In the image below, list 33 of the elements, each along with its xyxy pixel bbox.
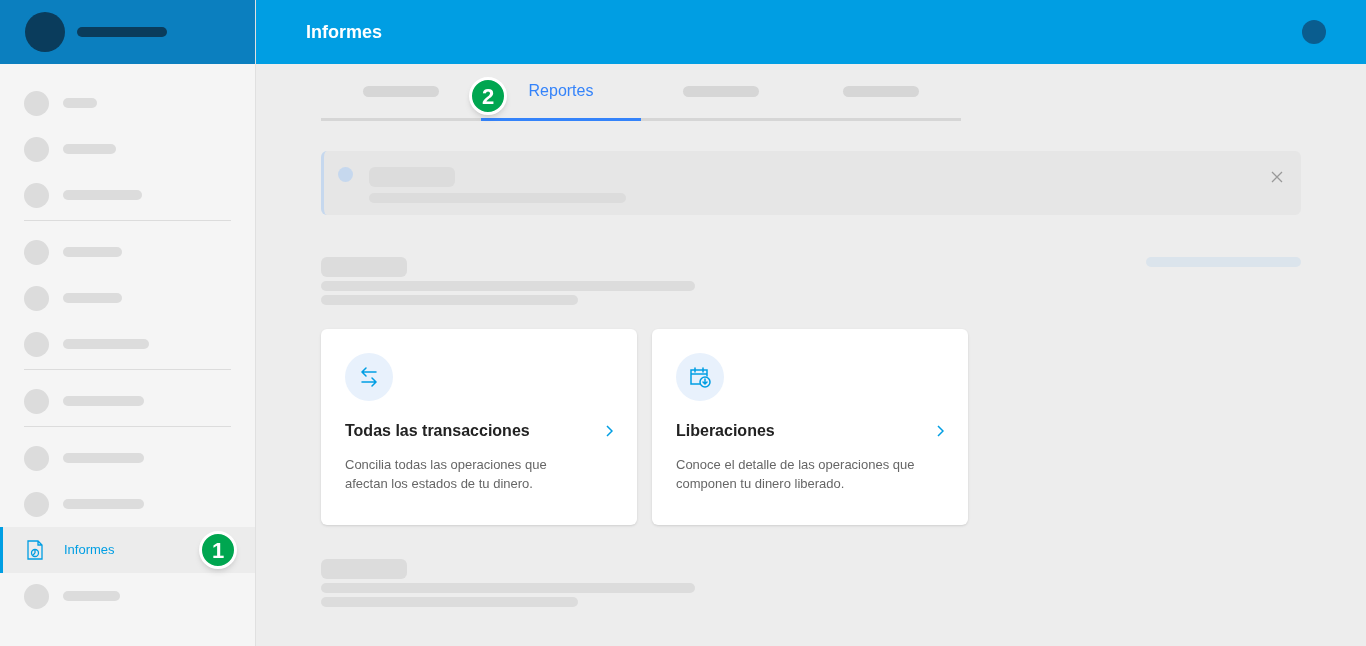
loading-placeholder [24, 90, 49, 116]
loading-placeholder [63, 293, 122, 303]
report-card[interactable]: Liberaciones Conoce el detalle de las operaciones que componen tu dinero liberado. [652, 329, 968, 525]
loading-placeholder [24, 583, 49, 609]
document-chart-icon [24, 539, 46, 561]
loading-placeholder [63, 144, 116, 154]
chevron-right-icon [605, 425, 613, 437]
card-title: Liberaciones [676, 421, 775, 441]
step-tooltip: 2 [469, 77, 507, 115]
calendar-download-icon [688, 365, 712, 389]
step-tooltip: 1 [199, 531, 237, 569]
card-description: Conoce el detalle de las operaciones que componen tu dinero liberado. [676, 456, 916, 493]
loading-placeholder [24, 239, 49, 265]
loading-placeholder [24, 136, 49, 162]
loading-placeholder [24, 285, 49, 311]
close-icon[interactable] [1271, 171, 1283, 183]
loading-placeholder [63, 591, 120, 601]
info-icon [338, 167, 353, 182]
card-description: Concilia todas las operaciones que afectan los estados de tu dinero. [345, 456, 548, 493]
loading-placeholder [24, 331, 49, 357]
loading-placeholder [24, 388, 49, 414]
loading-placeholder [24, 182, 49, 208]
card-title: Todas las transacciones [345, 421, 530, 441]
loading-placeholder [24, 491, 49, 517]
loading-placeholder [63, 98, 97, 108]
sidebar-item-label: Informes [64, 541, 115, 560]
avatar [25, 12, 65, 52]
loading-placeholder [63, 247, 122, 257]
page-title: Informes [306, 20, 383, 44]
report-card[interactable]: Todas las transacciones Concilia todas las operaciones que afectan los estados de tu dinero. [321, 329, 637, 525]
loading-placeholder [24, 445, 49, 471]
chevron-right-icon [936, 425, 944, 437]
user-avatar[interactable] [1302, 20, 1326, 44]
